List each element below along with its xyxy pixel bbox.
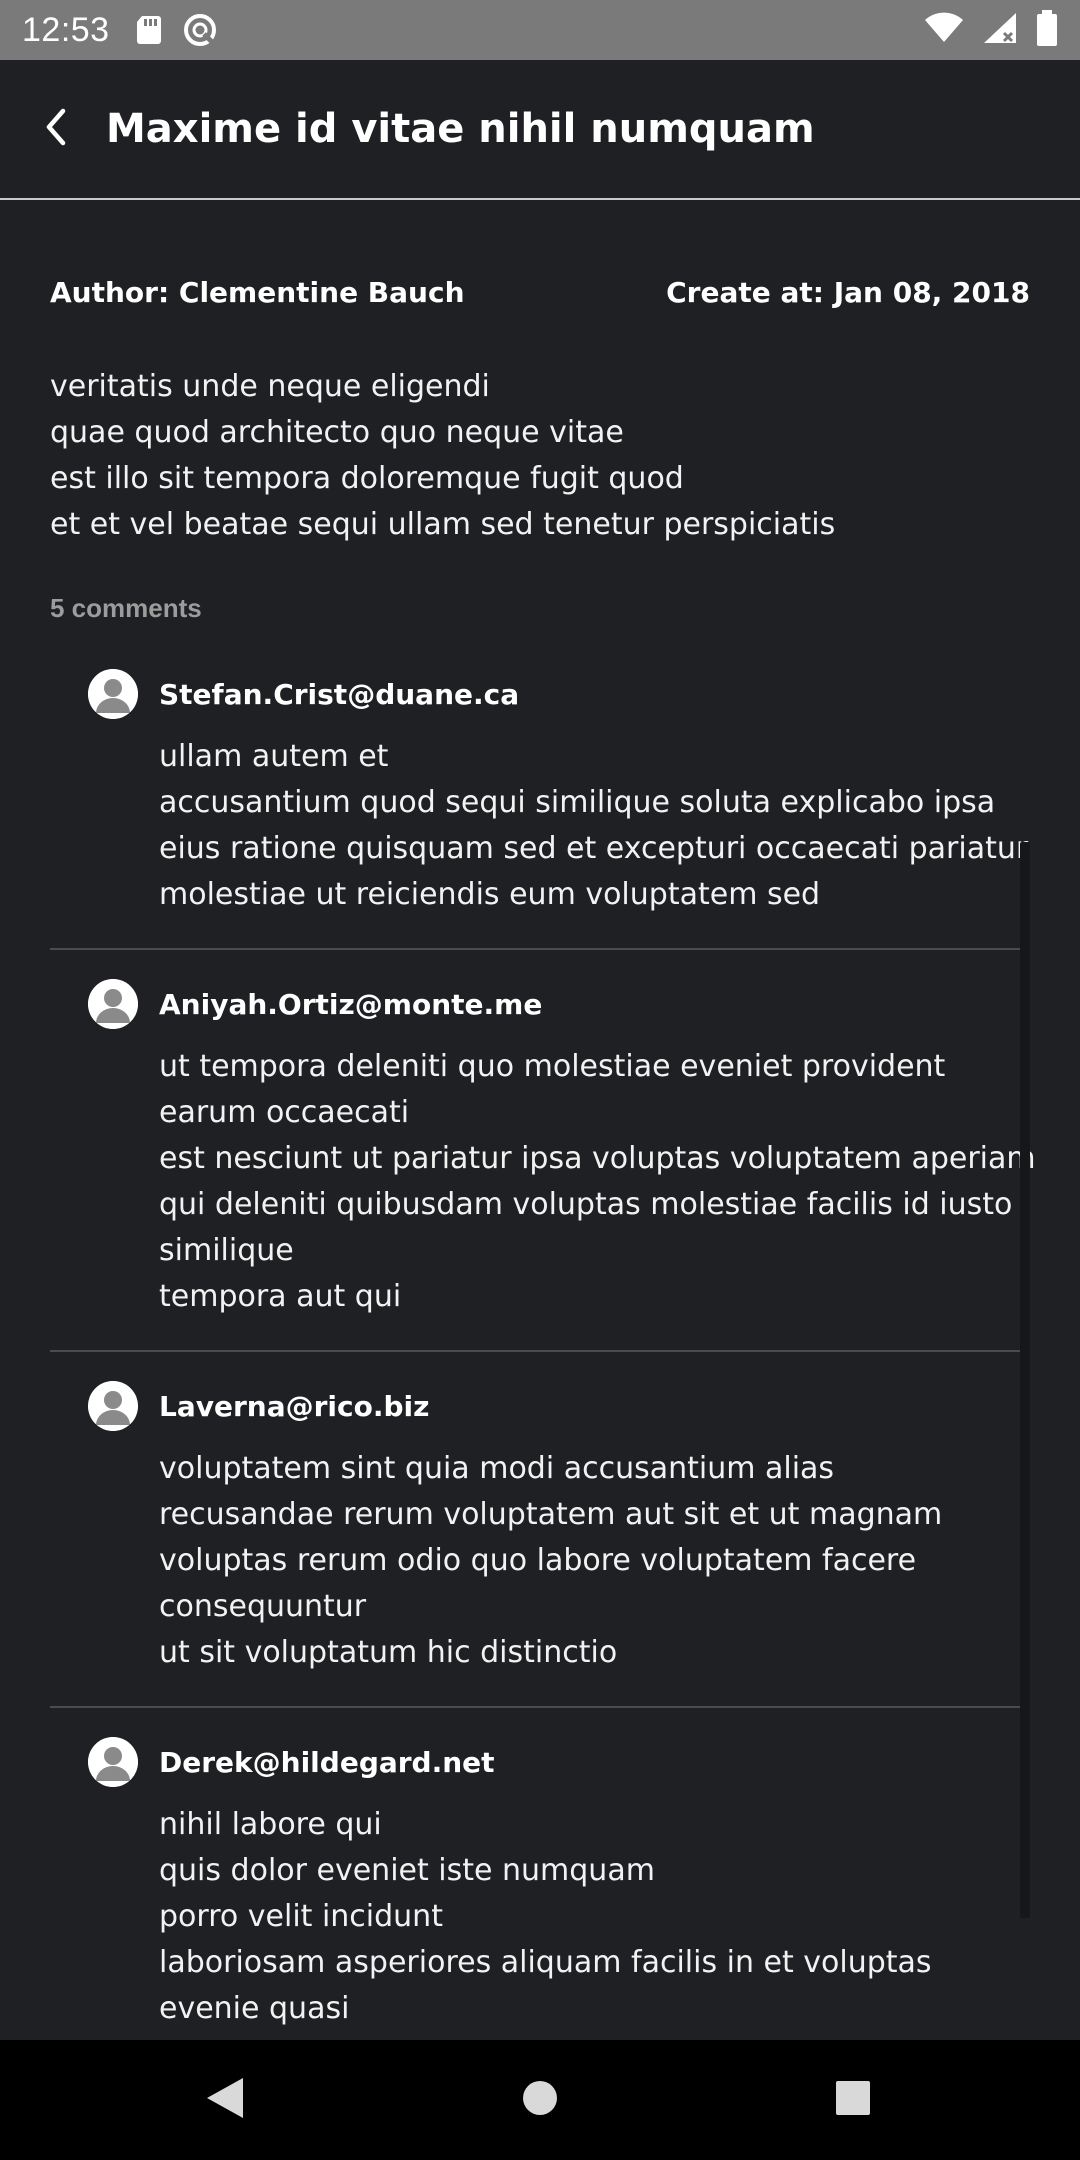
comment-body: voluptatem sint quia modi accusantium al… xyxy=(159,1451,943,1670)
comments-scrollbar[interactable] xyxy=(1020,842,1030,1918)
post-meta: Author: Clementine Bauch Create at: Jan … xyxy=(50,276,1030,309)
signal-icon xyxy=(982,11,1018,50)
comment-header: Stefan.Crist@duane.ca xyxy=(88,668,1030,720)
comment-author: Stefan.Crist@duane.ca xyxy=(159,677,520,711)
comment-item: Laverna@rico.biz voluptatem sint quia mo… xyxy=(50,1352,1030,1708)
comment-author: Laverna@rico.biz xyxy=(159,1389,430,1423)
data-saver-icon xyxy=(182,12,218,48)
system-nav-bar xyxy=(0,2040,1080,2160)
comment-item: Derek@hildegard.net nihil labore qui qui… xyxy=(50,1708,1030,2040)
status-icons xyxy=(924,9,1058,51)
nav-home-button[interactable] xyxy=(470,2040,610,2160)
post-author: Author: Clementine Bauch xyxy=(50,276,465,309)
comment-body: nihil labore qui quis dolor eveniet iste… xyxy=(159,1807,932,2026)
comment-author: Aniyah.Ortiz@monte.me xyxy=(159,987,543,1021)
post-detail[interactable]: Author: Clementine Bauch Create at: Jan … xyxy=(0,200,1080,2040)
avatar-icon xyxy=(88,979,138,1029)
comment-header: Laverna@rico.biz xyxy=(88,1380,1030,1432)
comment-author: Derek@hildegard.net xyxy=(159,1745,495,1779)
avatar-icon xyxy=(88,669,138,719)
comments-count: 5 comments xyxy=(50,593,202,623)
post-body: veritatis unde neque eligendi quae quod … xyxy=(50,369,836,542)
post-created-date: Create at: Jan 08, 2018 xyxy=(666,276,1030,309)
comment-item: Stefan.Crist@duane.ca ullam autem et acc… xyxy=(50,640,1030,950)
page-title: Maxime id vitae nihil numquam xyxy=(106,106,815,152)
nav-home-icon xyxy=(522,2080,558,2121)
nav-recents-icon xyxy=(835,2080,871,2121)
nav-back-button[interactable] xyxy=(155,2040,295,2160)
comment-body: ullam autem et accusantium quod sequi si… xyxy=(159,739,1029,912)
status-bar: 12:53 xyxy=(0,0,1080,60)
nav-back-icon xyxy=(205,2076,245,2125)
app-bar: Maxime id vitae nihil numquam xyxy=(0,60,1080,200)
back-arrow-icon xyxy=(41,107,71,152)
back-button[interactable] xyxy=(6,79,106,179)
comment-item: Aniyah.Ortiz@monte.me ut tempora delenit… xyxy=(50,950,1036,1352)
comment-header: Aniyah.Ortiz@monte.me xyxy=(88,978,1030,1030)
avatar-icon xyxy=(88,1381,138,1431)
comment-body: ut tempora deleniti quo molestiae evenie… xyxy=(159,1049,1036,1314)
sd-card-icon xyxy=(136,15,162,45)
comment-header: Derek@hildegard.net xyxy=(88,1736,1030,1788)
avatar-icon xyxy=(88,1737,138,1787)
nav-recents-button[interactable] xyxy=(783,2040,923,2160)
status-time: 12:53 xyxy=(22,10,110,49)
comments-list[interactable]: Stefan.Crist@duane.ca ullam autem et acc… xyxy=(50,640,1036,2040)
battery-icon xyxy=(1036,9,1058,51)
wifi-icon xyxy=(924,12,964,49)
